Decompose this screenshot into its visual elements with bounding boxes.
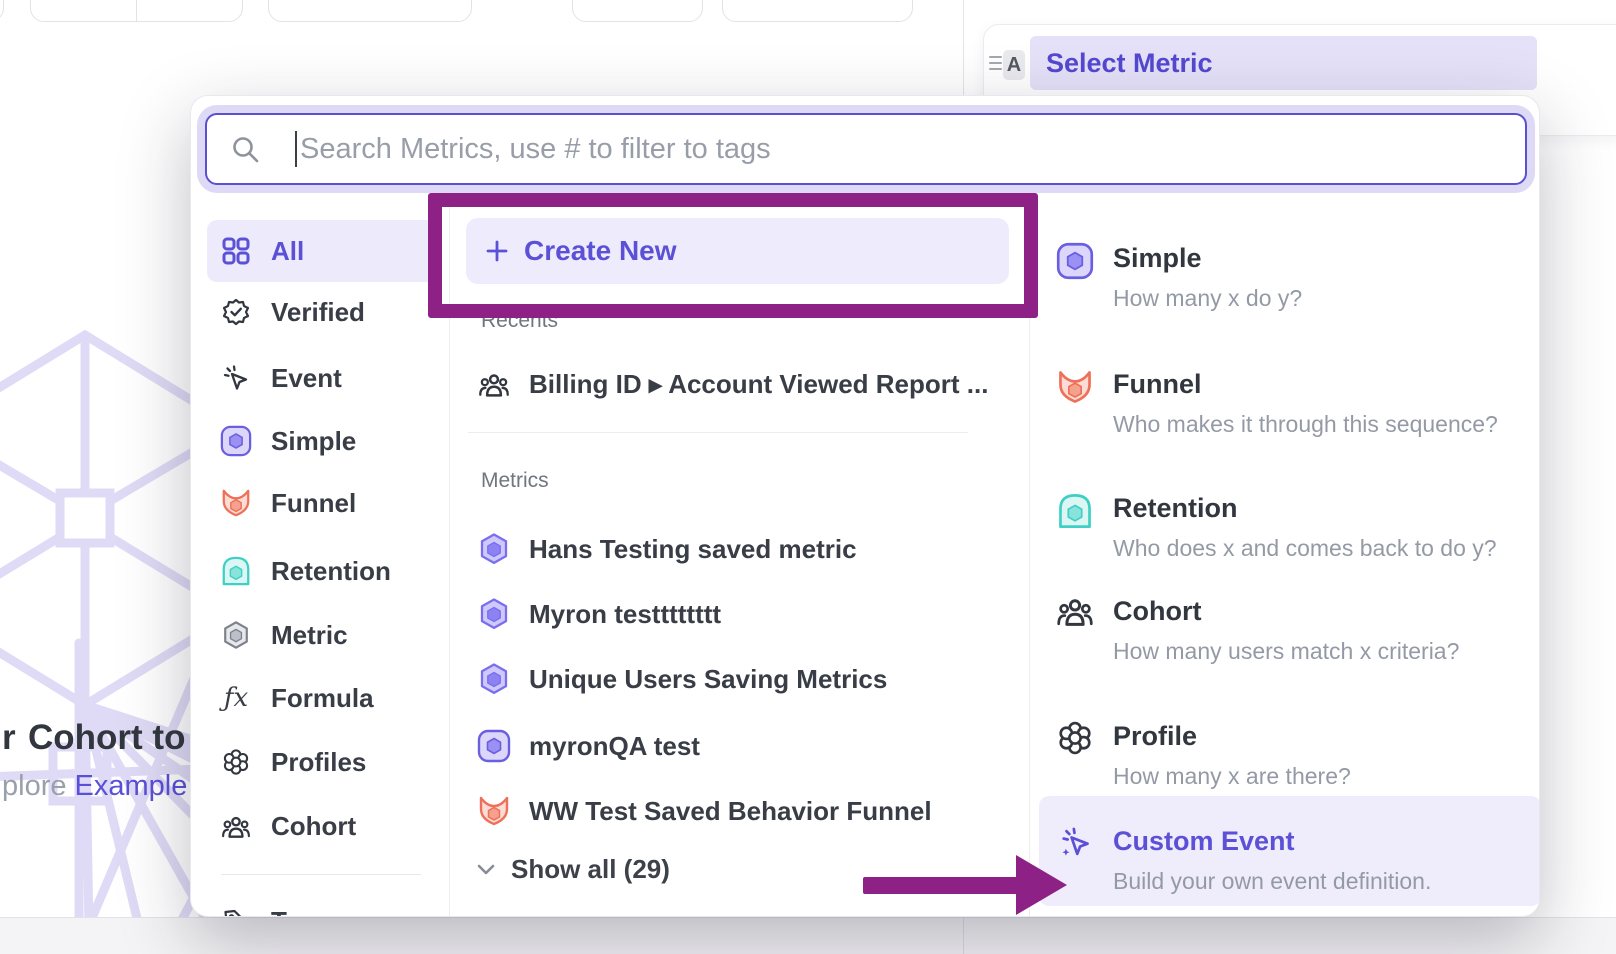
retention-icon: [1055, 492, 1095, 530]
sidebar-item-all[interactable]: All: [207, 220, 438, 282]
chart-type-line-button[interactable]: Line: [722, 0, 913, 22]
simple-icon: [475, 729, 513, 763]
type-cohort[interactable]: CohortHow many users match x criteria?: [1037, 593, 1539, 666]
sidebar-item-tags[interactable]: Tags: [207, 890, 438, 917]
retention-icon: [219, 555, 253, 587]
bottom-band-divider: [963, 917, 964, 954]
annotation-highlight-box: [428, 193, 1038, 318]
segment-divider: [136, 0, 137, 22]
tag-icon: [219, 907, 253, 917]
all-grid-icon: [219, 237, 253, 265]
cohort-people-icon: [1055, 595, 1095, 628]
type-simple[interactable]: SimpleHow many x do y?: [1037, 240, 1539, 313]
metric-list-item[interactable]: Unique Users Saving Metrics: [475, 657, 1020, 701]
formula-fx-icon: ƒx: [219, 683, 253, 713]
profiles-cluster-icon: [219, 748, 253, 776]
drag-handle-icon[interactable]: [989, 56, 1002, 72]
compare-button[interactable]: Compare: [268, 0, 472, 22]
simple-icon: [1055, 242, 1095, 280]
profiles-cluster-icon: [1055, 720, 1095, 756]
cohort-people-icon: [475, 371, 513, 398]
metric-list-item[interactable]: myronQA test: [475, 724, 1020, 768]
metric-list-item[interactable]: Myron testttttttt: [475, 592, 1020, 636]
sidebar-item-simple[interactable]: Simple: [207, 410, 438, 472]
show-all-button[interactable]: Show all (29): [475, 847, 875, 891]
custom-event-icon: [1055, 825, 1095, 859]
sidebar-item-metric[interactable]: Metric: [207, 604, 438, 666]
empty-state-subtext: plore Example R: [2, 770, 216, 803]
sidebar-item-verified[interactable]: Verified: [207, 281, 438, 343]
date-range-control[interactable]: 12M YTD: [30, 0, 243, 22]
funnel-icon: [1055, 368, 1095, 406]
metric-purple-hexagon-icon: [475, 597, 513, 631]
series-a-badge: A: [1003, 50, 1025, 80]
funnel-icon: [219, 487, 253, 519]
metric-hexagon-icon: [219, 620, 253, 650]
verified-badge-icon: [219, 298, 253, 326]
event-cursor-icon: [219, 364, 253, 392]
sidebar-item-funnel[interactable]: Funnel: [207, 472, 438, 534]
search-placeholder: Search Metrics, use # to filter to tags: [300, 133, 771, 166]
metrics-heading: Metrics: [481, 469, 549, 493]
sidebar-divider: [221, 874, 421, 875]
toolbar-edge-button[interactable]: [0, 0, 4, 22]
sidebar-item-event[interactable]: Event: [207, 347, 438, 409]
section-divider: [468, 432, 968, 433]
annotation-arrow-head: [1016, 855, 1067, 915]
chevron-down-icon: [475, 859, 497, 879]
type-custom-event[interactable]: Custom EventBuild your own event definit…: [1037, 823, 1539, 896]
sidebar-item-retention[interactable]: Retention: [207, 540, 438, 602]
search-icon: [231, 135, 259, 163]
metric-list-item[interactable]: WW Test Saved Behavior Funnel: [475, 789, 1020, 833]
select-metric-pill[interactable]: Select Metric: [1030, 36, 1537, 90]
metric-list-item[interactable]: Hans Testing saved metric: [475, 527, 1020, 571]
sidebar-item-formula[interactable]: ƒx Formula: [207, 667, 438, 729]
type-funnel[interactable]: FunnelWho makes it through this sequence…: [1037, 366, 1539, 439]
sidebar-item-cohort[interactable]: Cohort: [207, 795, 438, 857]
text-cursor: [295, 131, 297, 167]
annotation-arrow: [863, 877, 1018, 894]
recent-item[interactable]: Billing ID ▸ Account Viewed Report ...: [475, 362, 1020, 406]
metric-search-input[interactable]: Search Metrics, use # to filter to tags: [205, 113, 1527, 185]
metric-purple-hexagon-icon: [475, 532, 513, 566]
funnel-icon: [475, 794, 513, 828]
type-profile[interactable]: ProfileHow many x are there?: [1037, 718, 1539, 791]
sidebar-item-profiles[interactable]: Profiles: [207, 731, 438, 793]
granularity-day-button[interactable]: Day: [572, 0, 703, 22]
bottom-band: [0, 917, 1616, 954]
simple-icon: [219, 425, 253, 457]
type-retention[interactable]: RetentionWho does x and comes back to do…: [1037, 490, 1539, 563]
cohort-people-icon: [219, 814, 253, 839]
metric-purple-hexagon-icon: [475, 662, 513, 696]
